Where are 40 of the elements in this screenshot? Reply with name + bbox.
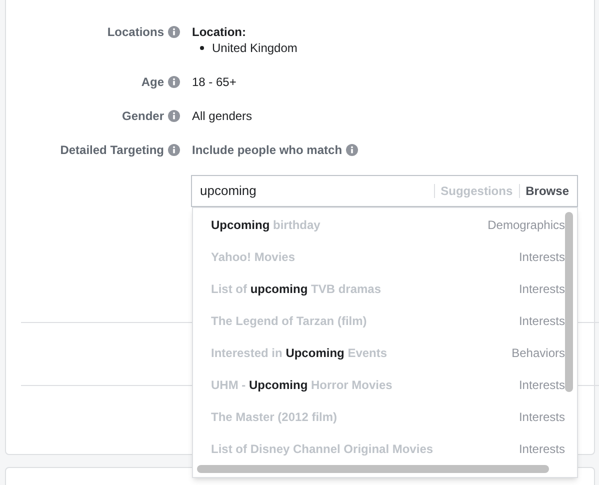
location-heading: Location: xyxy=(192,24,247,40)
field-value: 18 - 65+ xyxy=(192,74,236,90)
result-category: Interests xyxy=(518,441,565,458)
field-label: Locations xyxy=(107,24,164,41)
bullet-icon xyxy=(200,46,204,50)
search-tab[interactable]: Browse xyxy=(526,182,569,200)
field-value: All genders xyxy=(192,108,252,124)
info-icon xyxy=(168,26,180,38)
result-category: Interests xyxy=(518,409,565,426)
info-icon xyxy=(346,144,358,156)
result-name: The Master (2012 film) xyxy=(211,409,338,426)
result-name: List of Disney Channel Original Movies xyxy=(211,441,434,458)
info-icon xyxy=(168,144,180,156)
scrollbar-thumb[interactable] xyxy=(565,212,573,392)
result-category: Interests xyxy=(518,377,565,394)
result-category: Interests xyxy=(518,281,565,298)
field-label: Gender xyxy=(122,108,164,125)
result-item[interactable]: Upcoming birthday Demographics xyxy=(193,209,565,241)
info-icon xyxy=(168,76,180,88)
result-category: Interests xyxy=(518,249,565,266)
result-category: Interests xyxy=(518,313,565,330)
targeting-heading: Include people who match xyxy=(192,142,342,159)
result-name: Interested in Upcoming Events xyxy=(211,345,388,362)
result-item[interactable]: List of upcoming TVB dramas Interests xyxy=(193,273,565,305)
field-label: Detailed Targeting xyxy=(60,142,164,159)
result-category: Behaviors xyxy=(512,345,565,362)
result-name: Upcoming birthday xyxy=(211,217,320,234)
result-name: The Legend of Tarzan (film) xyxy=(211,313,367,330)
result-category: Demographics xyxy=(488,217,565,234)
search-value: upcoming xyxy=(200,182,258,200)
info-icon xyxy=(168,110,180,122)
result-name: List of upcoming TVB dramas xyxy=(211,281,382,298)
field-label: Age xyxy=(141,74,164,91)
result-name: UHM - Upcoming Horror Movies xyxy=(211,377,392,394)
result-item[interactable]: UHM - Upcoming Horror Movies Interests xyxy=(193,369,565,401)
result-name: Yahoo! Movies xyxy=(211,249,296,266)
search-field[interactable]: upcoming Suggestions Browse xyxy=(191,175,578,207)
scrollbar-thumb[interactable] xyxy=(197,465,549,473)
result-item[interactable]: Interested in Upcoming Events Behaviors xyxy=(193,337,565,369)
location-item: United Kingdom xyxy=(212,40,298,56)
